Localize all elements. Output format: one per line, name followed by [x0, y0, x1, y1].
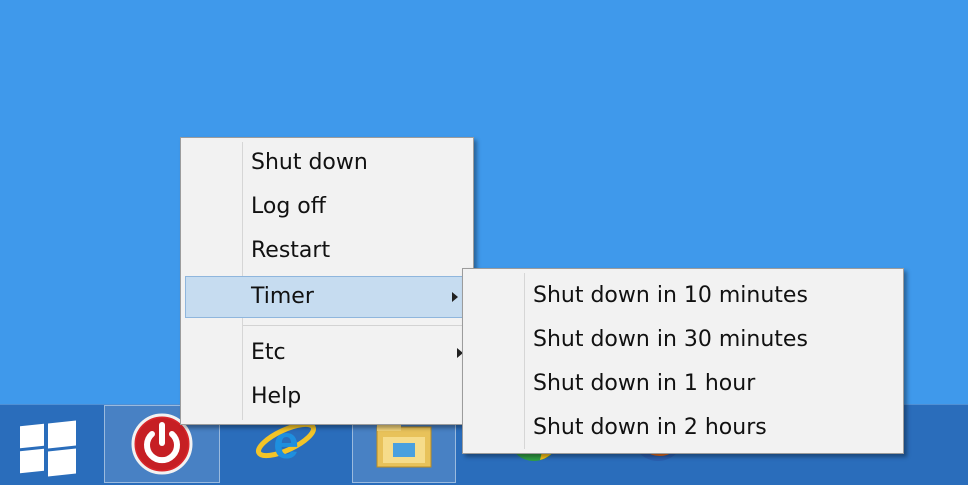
menu-item-label: Timer — [251, 284, 314, 309]
timer-submenu: Shut down in 10 minutes Shut down in 30 … — [462, 268, 904, 454]
menu-item-log-off[interactable]: Log off — [181, 188, 473, 226]
submenu-item-shut-down-2-hours[interactable]: Shut down in 2 hours — [463, 409, 903, 447]
menu-item-label: Restart — [251, 238, 331, 263]
menu-item-label: Shut down in 1 hour — [533, 371, 756, 396]
menu-item-label: Shut down — [251, 150, 368, 175]
main-context-menu: Shut down Log off Restart Timer Etc Help — [180, 137, 474, 425]
menu-item-timer[interactable]: Timer — [185, 276, 469, 318]
submenu-item-shut-down-1-hour[interactable]: Shut down in 1 hour — [463, 365, 903, 403]
submenu-item-shut-down-30-minutes[interactable]: Shut down in 30 minutes — [463, 321, 903, 359]
menu-item-etc[interactable]: Etc — [181, 334, 473, 372]
menu-item-label: Shut down in 10 minutes — [533, 283, 808, 308]
file-explorer-icon — [376, 421, 432, 468]
menu-item-label: Shut down in 30 minutes — [533, 327, 808, 352]
start-button[interactable] — [18, 420, 76, 477]
menu-item-label: Help — [251, 384, 302, 409]
menu-separator — [243, 325, 467, 326]
menu-item-label: Etc — [251, 340, 286, 365]
menu-item-shut-down[interactable]: Shut down — [181, 144, 473, 182]
submenu-item-shut-down-10-minutes[interactable]: Shut down in 10 minutes — [463, 277, 903, 315]
menu-item-label: Shut down in 2 hours — [533, 415, 767, 440]
menu-item-help[interactable]: Help — [181, 378, 473, 416]
menu-item-label: Log off — [251, 194, 326, 219]
menu-item-restart[interactable]: Restart — [181, 232, 473, 270]
submenu-arrow-icon — [452, 292, 458, 302]
